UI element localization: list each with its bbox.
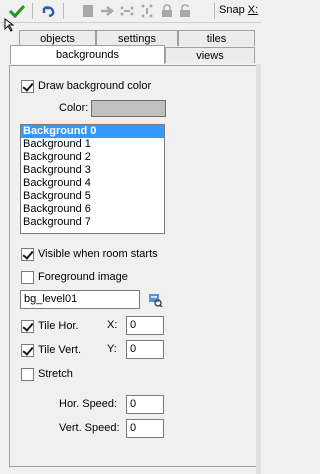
background-color-swatch[interactable] [91,100,166,117]
toolbar-separator [63,3,64,19]
y-offset-label: Y: [107,343,117,355]
move-vertical-icon[interactable] [138,2,156,20]
list-item[interactable]: Background 0 [21,125,164,138]
horizontal-speed-field[interactable]: 0 [126,395,164,414]
list-item[interactable]: Background 1 [21,138,164,151]
list-item[interactable]: Background 5 [21,190,164,203]
mouse-cursor-icon [4,18,15,35]
snap-x-label: Snap X: [219,4,259,16]
visible-when-room-starts-label: Visible when room starts [38,248,158,260]
move-horizontal-icon[interactable] [118,2,136,20]
toolbar: Snap X: [0,0,261,23]
foreground-image-checkbox[interactable] [21,271,34,284]
stretch-label: Stretch [38,368,73,380]
vertical-speed-field[interactable]: 0 [126,419,164,438]
list-item[interactable]: Background 7 [21,216,164,229]
tab-tiles[interactable]: tiles [178,30,255,46]
toolbar-separator [32,3,33,19]
vertical-speed-label: Vert. Speed: [59,422,120,434]
tile-vertical-checkbox[interactable] [21,344,34,357]
draw-background-color-label: Draw background color [38,80,152,92]
y-offset-field[interactable]: 0 [126,340,164,359]
tab-backgrounds[interactable]: backgrounds [10,45,165,64]
undo-icon[interactable] [39,2,57,20]
foreground-image-label: Foreground image [38,271,128,283]
list-item[interactable]: Background 6 [21,203,164,216]
tile-horizontal-checkbox[interactable] [21,320,34,333]
list-item[interactable]: Background 4 [21,177,164,190]
page-icon[interactable] [79,2,97,20]
tab-settings[interactable]: settings [96,30,178,46]
unlock-icon[interactable] [176,2,194,20]
arrow-right-icon[interactable] [98,2,116,20]
background-list[interactable]: Background 0 Background 1 Background 2 B… [20,124,165,234]
stretch-checkbox[interactable] [21,368,34,381]
x-offset-field[interactable]: 0 [126,316,164,335]
list-item[interactable]: Background 3 [21,164,164,177]
tile-horizontal-label: Tile Hor. [38,320,79,332]
tab-objects[interactable]: objects [19,30,96,46]
horizontal-speed-label: Hor. Speed: [59,398,118,410]
background-image-field[interactable]: bg_level01 [20,290,140,309]
lock-icon[interactable] [158,2,176,20]
tile-vertical-label: Tile Vert. [38,344,81,356]
x-offset-label: X: [107,319,118,331]
toolbar-separator [214,3,215,19]
visible-when-room-starts-checkbox[interactable] [21,248,34,261]
list-item[interactable]: Background 2 [21,151,164,164]
tab-views[interactable]: views [165,47,255,63]
draw-background-color-checkbox[interactable] [21,80,34,93]
color-label: Color: [59,102,89,114]
select-image-icon[interactable] [149,293,163,310]
panel-scrollbar[interactable] [256,64,261,474]
